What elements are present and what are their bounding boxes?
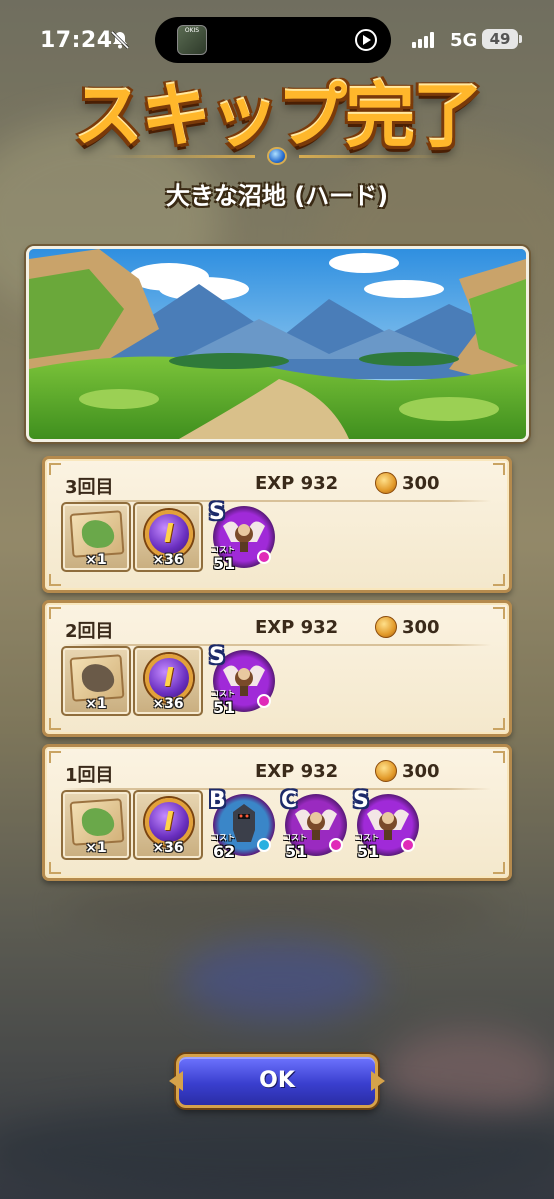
gold-coin-icon xyxy=(375,616,397,638)
reward-monster[interactable]: S コスト 51 xyxy=(353,788,423,864)
monster-rank: C xyxy=(281,788,298,813)
ok-button-label: OK xyxy=(259,1068,295,1093)
exp-value: EXP 932 xyxy=(255,617,339,638)
element-dot-icon xyxy=(329,838,343,852)
monster-rank: S xyxy=(209,644,225,669)
treasure-map-icon xyxy=(69,654,125,702)
monster-cost: 51 xyxy=(357,842,380,861)
orb-medal-icon: I xyxy=(145,798,193,846)
reward-item-orb[interactable]: I ×36 xyxy=(133,502,203,572)
network-type: 5G xyxy=(450,30,478,51)
monster-cost: 51 xyxy=(213,554,236,573)
orb-medal-icon: I xyxy=(145,510,193,558)
reward-monster[interactable]: S コスト 51 xyxy=(209,500,279,576)
battery-indicator: 49 xyxy=(482,29,522,49)
orb-medal-icon: I xyxy=(145,654,193,702)
reward-item-orb[interactable]: I ×36 xyxy=(133,646,203,716)
stage-name: 大きな沼地 (ハード) xyxy=(165,182,389,210)
monster-cost: 51 xyxy=(285,842,308,861)
exp-value: EXP 932 xyxy=(255,473,339,494)
reward-item-orb[interactable]: I ×36 xyxy=(133,790,203,860)
app-thumbnail-icon: OKIS xyxy=(177,25,207,55)
element-dot-icon xyxy=(401,838,415,852)
gold-value: 300 xyxy=(402,761,440,782)
play-icon[interactable] xyxy=(355,29,377,51)
reward-item-map[interactable]: ×1 xyxy=(61,502,131,572)
monster-cost: 62 xyxy=(213,842,236,861)
gold-value: 300 xyxy=(402,473,440,494)
treasure-map-icon xyxy=(69,510,125,558)
skip-result-panel: 3回目 EXP 932 300 ×1 I ×36 S コスト 51 xyxy=(42,456,512,593)
monster-rank: S xyxy=(209,500,225,525)
element-dot-icon xyxy=(257,550,271,564)
muted-bell-icon xyxy=(110,30,130,50)
skip-result-panel: 1回目 EXP 932 300 ×1 I ×36 B コスト 62 C コスト … xyxy=(42,744,512,881)
gold-coin-icon xyxy=(375,472,397,494)
status-time: 17:24 xyxy=(40,28,113,53)
dynamic-island[interactable]: OKIS xyxy=(155,17,391,63)
gold-coin-icon xyxy=(375,760,397,782)
treasure-map-icon xyxy=(69,798,125,846)
gold-value: 300 xyxy=(402,617,440,638)
blue-gem-icon xyxy=(267,147,287,165)
round-label: 2回目 xyxy=(65,621,114,642)
round-label: 1回目 xyxy=(65,765,114,786)
title-ornament xyxy=(105,146,449,166)
reward-monster[interactable]: B コスト 62 xyxy=(209,788,279,864)
monster-rank: S xyxy=(353,788,369,813)
app-thumbnail-label: OKIS xyxy=(184,27,200,34)
item-count: ×1 xyxy=(85,840,107,856)
round-label: 3回目 xyxy=(65,477,114,498)
monster-rank: B xyxy=(209,788,226,813)
reward-monster[interactable]: C コスト 51 xyxy=(281,788,351,864)
reward-item-map[interactable]: ×1 xyxy=(61,790,131,860)
item-count: ×1 xyxy=(85,696,107,712)
item-count: ×36 xyxy=(152,696,184,712)
item-count: ×36 xyxy=(152,840,184,856)
element-dot-icon xyxy=(257,838,271,852)
skip-result-panel: 2回目 EXP 932 300 ×1 I ×36 S コスト 51 xyxy=(42,600,512,737)
reward-monster[interactable]: S コスト 51 xyxy=(209,644,279,720)
item-count: ×1 xyxy=(85,552,107,568)
reward-item-map[interactable]: ×1 xyxy=(61,646,131,716)
ok-button[interactable]: OK xyxy=(169,1054,385,1108)
exp-value: EXP 932 xyxy=(255,761,339,782)
item-count: ×36 xyxy=(152,552,184,568)
monster-cost: 51 xyxy=(213,698,236,717)
stage-banner-image xyxy=(26,246,529,442)
element-dot-icon xyxy=(257,694,271,708)
